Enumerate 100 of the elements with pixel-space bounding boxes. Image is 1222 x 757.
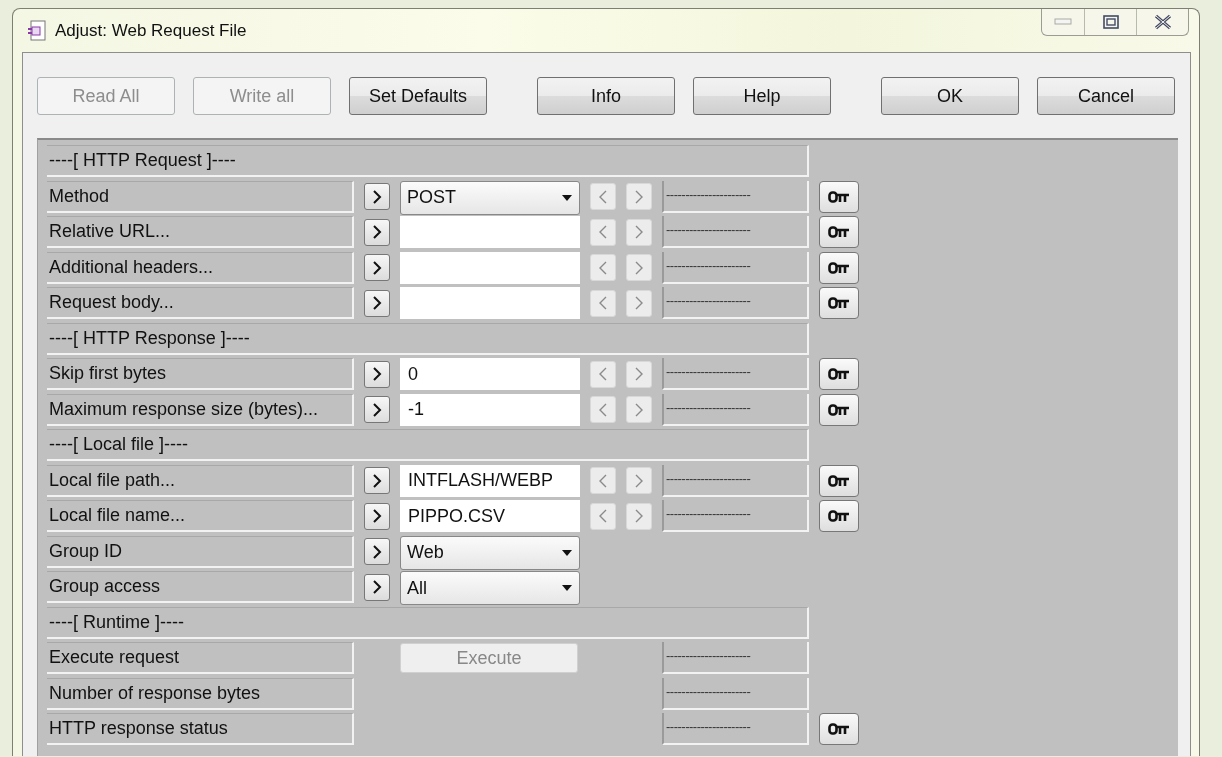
- readout-value: ----------------------: [662, 358, 809, 390]
- section-header: ----[ Local file ]----: [47, 429, 809, 461]
- text-field[interactable]: INTFLASH/WEBP: [400, 464, 580, 497]
- apply-button[interactable]: [364, 183, 390, 210]
- toolbar-button[interactable]: OK: [881, 77, 1019, 115]
- caret-icon: [561, 548, 573, 557]
- chevron-left-icon: [597, 509, 609, 523]
- readout-value: ----------------------: [662, 216, 809, 248]
- readout-value: ----------------------: [662, 180, 809, 213]
- dropdown[interactable]: Web: [400, 535, 580, 570]
- text-field[interactable]: PIPPO.CSV: [400, 500, 580, 532]
- parameter-label: Maximum response size (bytes)...: [47, 393, 354, 426]
- text-field[interactable]: 0: [400, 358, 580, 390]
- minimize-icon: [1054, 17, 1072, 26]
- maximize-icon: [1102, 14, 1119, 29]
- readout-value: ----------------------: [662, 677, 809, 710]
- text-field[interactable]: [400, 216, 580, 248]
- chevron-right-icon: [371, 544, 383, 559]
- key-button[interactable]: [819, 287, 859, 319]
- key-button[interactable]: [819, 251, 859, 284]
- chevron-right-icon: [371, 580, 383, 594]
- chevron-right-icon: [633, 189, 645, 204]
- apply-button[interactable]: [364, 396, 390, 423]
- dropdown[interactable]: POST: [400, 180, 580, 215]
- key-button[interactable]: [819, 358, 859, 390]
- chevron-left-icon: [597, 225, 609, 239]
- text-field[interactable]: -1: [400, 393, 580, 426]
- parameter-label: Relative URL...: [47, 216, 354, 248]
- parameter-label: Skip first bytes: [47, 358, 354, 390]
- chevron-right-icon: [633, 509, 645, 523]
- dropdown-value: Web: [407, 541, 444, 564]
- chevron-right-icon: [371, 260, 383, 275]
- chevron-right-icon: [633, 296, 645, 310]
- chevron-left-icon: [597, 260, 609, 275]
- toolbar-button[interactable]: Cancel: [1037, 77, 1175, 115]
- readout-value: ----------------------: [662, 642, 809, 674]
- key-icon: [828, 261, 850, 274]
- apply-button[interactable]: [364, 573, 390, 601]
- toolbar-button[interactable]: Info: [537, 77, 675, 115]
- chevron-left-icon: [597, 189, 609, 204]
- chevron-right-icon: [371, 367, 383, 381]
- key-button[interactable]: [819, 180, 859, 213]
- key-icon: [828, 474, 850, 487]
- apply-button[interactable]: [364, 502, 390, 530]
- key-button[interactable]: [819, 500, 859, 532]
- key-button[interactable]: [819, 713, 859, 745]
- key-icon: [828, 510, 850, 522]
- key-icon: [828, 368, 850, 380]
- chevron-left-icon: [597, 296, 609, 310]
- dropdown-value: All: [407, 576, 427, 600]
- section-header: ----[ HTTP Response ]----: [47, 322, 809, 355]
- caret-icon: [561, 584, 573, 592]
- readout-value: ----------------------: [662, 464, 809, 497]
- parameter-label: Execute request: [47, 642, 354, 674]
- text-field[interactable]: [400, 251, 580, 284]
- chevron-right-icon: [371, 225, 383, 239]
- caret-icon: [561, 193, 573, 202]
- chevron-right-icon: [371, 402, 383, 417]
- readout-value: ----------------------: [662, 251, 809, 284]
- dropdown-value: POST: [407, 186, 456, 209]
- parameter-label: Group access: [47, 571, 354, 603]
- chevron-right-icon: [633, 260, 645, 275]
- toolbar-button[interactable]: Set Defaults: [349, 77, 487, 115]
- apply-button[interactable]: [364, 467, 390, 494]
- close-icon: [1153, 13, 1172, 30]
- chevron-right-icon: [371, 296, 383, 310]
- document-icon: [27, 20, 47, 43]
- parameter-label: Method: [47, 180, 354, 213]
- chevron-left-icon: [597, 367, 609, 381]
- readout-value: ----------------------: [662, 393, 809, 426]
- chevron-left-icon: [597, 402, 609, 417]
- apply-button[interactable]: [364, 289, 390, 317]
- key-button[interactable]: [819, 393, 859, 426]
- text-field[interactable]: [400, 287, 580, 319]
- chevron-right-icon: [371, 509, 383, 523]
- key-button[interactable]: [819, 464, 859, 497]
- apply-button[interactable]: [364, 218, 390, 246]
- key-icon: [828, 403, 850, 416]
- key-button[interactable]: [819, 216, 859, 248]
- window-title: Adjust: Web Request File: [55, 19, 247, 42]
- chevron-right-icon: [633, 225, 645, 239]
- apply-button[interactable]: [364, 360, 390, 388]
- chevron-right-icon: [371, 473, 383, 488]
- apply-button[interactable]: [364, 538, 390, 565]
- dropdown[interactable]: All: [400, 571, 580, 605]
- key-icon: [828, 297, 850, 309]
- section-header: ----[ HTTP Request ]----: [47, 145, 809, 177]
- readout-value: ----------------------: [662, 713, 809, 745]
- apply-button[interactable]: [364, 254, 390, 281]
- chevron-left-icon: [597, 473, 609, 488]
- parameter-label: HTTP response status: [47, 713, 354, 745]
- toolbar-button[interactable]: Help: [693, 77, 831, 115]
- parameter-label: Number of response bytes: [47, 677, 354, 710]
- chevron-right-icon: [633, 402, 645, 417]
- readout-value: ----------------------: [662, 500, 809, 532]
- parameter-label: Local file path...: [47, 464, 354, 497]
- parameter-label: Group ID: [47, 535, 354, 568]
- key-icon: [828, 190, 850, 203]
- key-icon: [828, 723, 850, 735]
- chevron-right-icon: [371, 189, 383, 204]
